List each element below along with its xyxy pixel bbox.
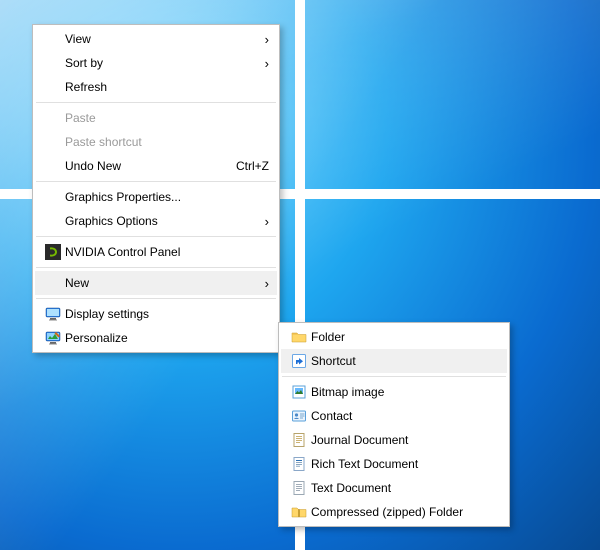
- submenu-item-shortcut[interactable]: Shortcut: [281, 349, 507, 373]
- menu-label: Undo New: [65, 159, 224, 173]
- menu-separator: [282, 376, 506, 377]
- menu-item-view[interactable]: View ›: [35, 27, 277, 51]
- menu-label: Paste: [65, 111, 269, 125]
- submenu-item-text-document[interactable]: Text Document: [281, 476, 507, 500]
- chevron-right-icon: ›: [255, 33, 269, 46]
- new-submenu: Folder Shortcut Bitmap image: [278, 322, 510, 527]
- submenu-item-contact[interactable]: Contact: [281, 404, 507, 428]
- menu-label: New: [65, 276, 255, 290]
- menu-label: Paste shortcut: [65, 135, 269, 149]
- menu-label: Refresh: [65, 80, 269, 94]
- menu-label: Sort by: [65, 56, 255, 70]
- contact-icon: [287, 407, 311, 425]
- shortcut-icon: [287, 352, 311, 370]
- menu-label: Graphics Properties...: [65, 190, 269, 204]
- journal-document-icon: [287, 431, 311, 449]
- menu-label: Bitmap image: [311, 385, 499, 399]
- folder-icon: [287, 328, 311, 346]
- personalize-icon: [41, 329, 65, 347]
- menu-separator: [36, 298, 276, 299]
- menu-item-graphics-properties[interactable]: Graphics Properties...: [35, 185, 277, 209]
- menu-label: Graphics Options: [65, 214, 255, 228]
- blank-icon: [41, 188, 65, 206]
- submenu-item-folder[interactable]: Folder: [281, 325, 507, 349]
- chevron-right-icon: ›: [255, 215, 269, 228]
- menu-label: Personalize: [65, 331, 269, 345]
- menu-label: NVIDIA Control Panel: [65, 245, 269, 259]
- blank-icon: [41, 109, 65, 127]
- menu-item-undo-new[interactable]: Undo New Ctrl+Z: [35, 154, 277, 178]
- menu-item-refresh[interactable]: Refresh: [35, 75, 277, 99]
- blank-icon: [41, 212, 65, 230]
- submenu-item-rich-text-document[interactable]: Rich Text Document: [281, 452, 507, 476]
- nvidia-icon: [41, 243, 65, 261]
- menu-separator: [36, 102, 276, 103]
- blank-icon: [41, 30, 65, 48]
- chevron-right-icon: ›: [255, 57, 269, 70]
- submenu-item-compressed-folder[interactable]: Compressed (zipped) Folder: [281, 500, 507, 524]
- submenu-item-journal-document[interactable]: Journal Document: [281, 428, 507, 452]
- menu-label: View: [65, 32, 255, 46]
- compressed-folder-icon: [287, 503, 311, 521]
- blank-icon: [41, 54, 65, 72]
- monitor-icon: [41, 305, 65, 323]
- text-document-icon: [287, 479, 311, 497]
- blank-icon: [41, 133, 65, 151]
- menu-item-paste: Paste: [35, 106, 277, 130]
- menu-item-nvidia-control-panel[interactable]: NVIDIA Control Panel: [35, 240, 277, 264]
- blank-icon: [41, 157, 65, 175]
- menu-separator: [36, 267, 276, 268]
- menu-item-sort-by[interactable]: Sort by ›: [35, 51, 277, 75]
- menu-item-paste-shortcut: Paste shortcut: [35, 130, 277, 154]
- desktop-background[interactable]: View › Sort by › Refresh Paste Paste sho…: [0, 0, 600, 550]
- menu-separator: [36, 181, 276, 182]
- menu-accelerator: Ctrl+Z: [224, 159, 269, 173]
- menu-item-personalize[interactable]: Personalize: [35, 326, 277, 350]
- menu-label: Text Document: [311, 481, 499, 495]
- menu-label: Shortcut: [311, 354, 499, 368]
- chevron-right-icon: ›: [255, 277, 269, 290]
- blank-icon: [41, 274, 65, 292]
- menu-item-display-settings[interactable]: Display settings: [35, 302, 277, 326]
- blank-icon: [41, 78, 65, 96]
- menu-label: Contact: [311, 409, 499, 423]
- menu-separator: [36, 236, 276, 237]
- menu-label: Journal Document: [311, 433, 499, 447]
- menu-label: Compressed (zipped) Folder: [311, 505, 499, 519]
- menu-label: Display settings: [65, 307, 269, 321]
- bitmap-image-icon: [287, 383, 311, 401]
- desktop-context-menu: View › Sort by › Refresh Paste Paste sho…: [32, 24, 280, 353]
- menu-label: Rich Text Document: [311, 457, 499, 471]
- menu-label: Folder: [311, 330, 499, 344]
- menu-item-graphics-options[interactable]: Graphics Options ›: [35, 209, 277, 233]
- submenu-item-bitmap-image[interactable]: Bitmap image: [281, 380, 507, 404]
- rich-text-document-icon: [287, 455, 311, 473]
- menu-item-new[interactable]: New ›: [35, 271, 277, 295]
